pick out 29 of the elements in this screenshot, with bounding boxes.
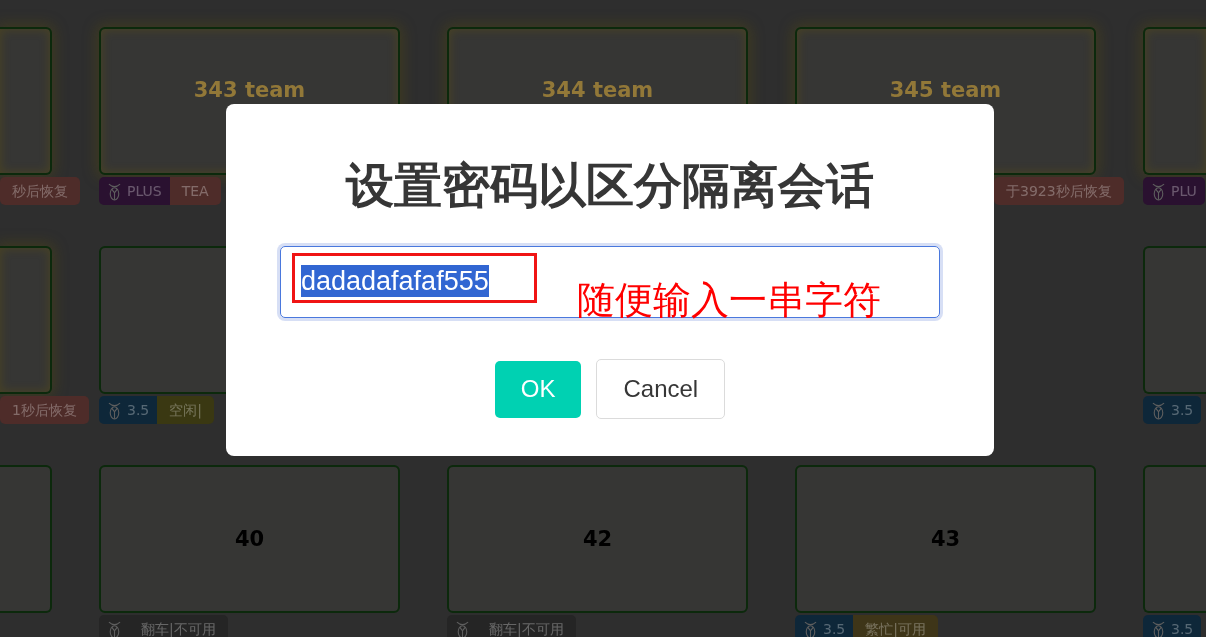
plan-label: 3.5: [823, 620, 846, 637]
annotation-note: 随便输入一串字符: [577, 279, 881, 321]
card[interactable]: [0, 246, 52, 394]
card-title: 343 team: [193, 79, 306, 101]
bug-icon: [804, 619, 817, 637]
bug-icon: [108, 181, 121, 201]
plan-label: 3.5: [127, 401, 150, 420]
bug-icon: [456, 619, 469, 637]
card[interactable]: [1143, 27, 1206, 175]
plan-label: 3.5: [1171, 620, 1194, 637]
bug-icon: [1152, 181, 1165, 201]
status-badge: 繁忙|可用: [853, 615, 938, 637]
card[interactable]: [1143, 246, 1206, 394]
status-badge: 空闲|: [157, 396, 214, 424]
ok-button[interactable]: OK: [494, 360, 582, 418]
bug-icon: [1152, 619, 1165, 637]
plan-label: PLU: [1171, 182, 1197, 201]
card-title: 345 team: [889, 79, 1002, 101]
card[interactable]: [1143, 465, 1206, 613]
card[interactable]: [0, 465, 52, 613]
plan-label: 3.5: [1171, 401, 1194, 420]
status-badge: TEA: [169, 177, 221, 205]
bug-icon: [1152, 400, 1165, 420]
cancel-button[interactable]: Cancel: [596, 359, 726, 419]
card-title: 344 team: [541, 79, 654, 101]
bug-icon: [108, 619, 121, 637]
plan-label: PLUS: [127, 182, 162, 201]
bug-icon: [108, 400, 121, 420]
card[interactable]: [0, 27, 52, 175]
